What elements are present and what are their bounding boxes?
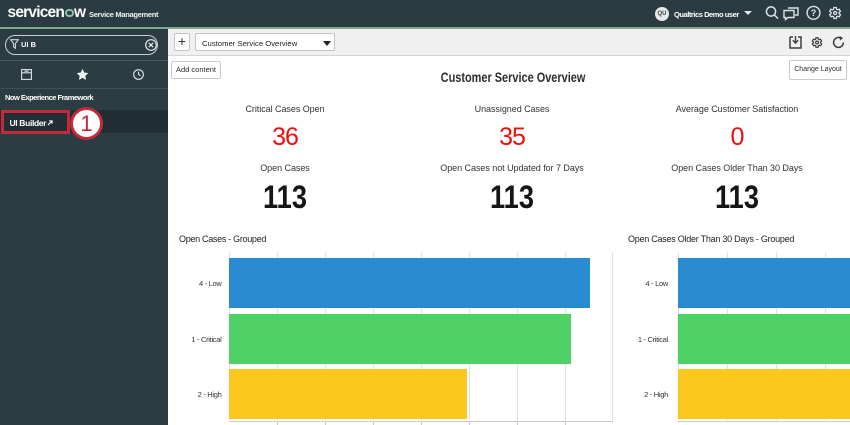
- svg-text:?: ?: [811, 8, 817, 18]
